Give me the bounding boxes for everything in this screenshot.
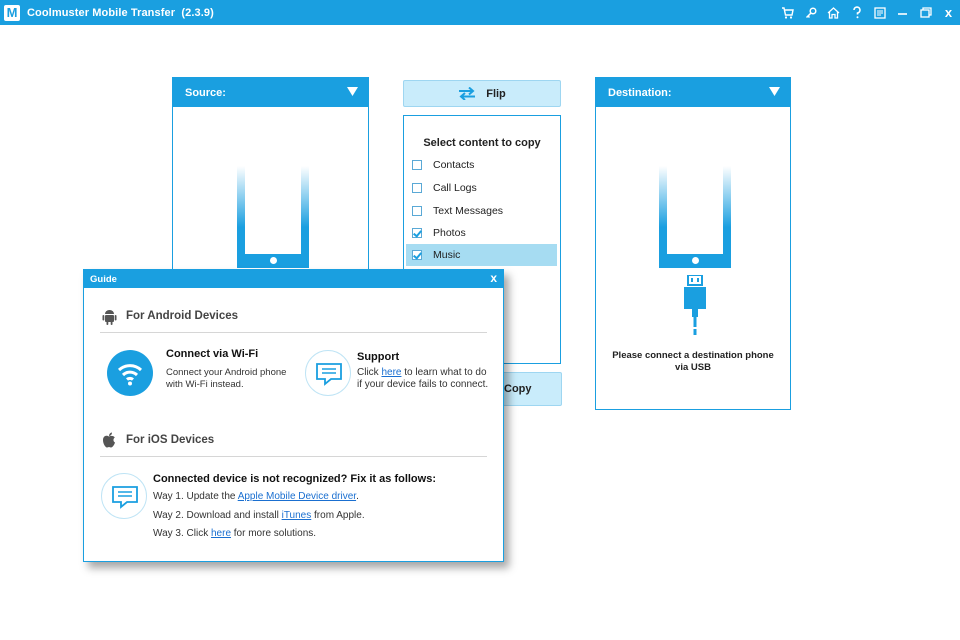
- app-logo: M: [4, 4, 20, 21]
- destination-header[interactable]: Destination:: [596, 78, 790, 107]
- cart-icon[interactable]: [776, 0, 799, 25]
- content-item-photos[interactable]: Photos: [406, 222, 557, 244]
- checkbox-checked[interactable]: [412, 228, 422, 238]
- divider: [100, 456, 487, 457]
- content-item-label: Text Messages: [433, 205, 504, 217]
- wifi-description: Connect your Android phone with Wi-Fi in…: [166, 367, 287, 390]
- ios-chat-icon: [101, 473, 147, 519]
- home-icon[interactable]: [822, 0, 845, 25]
- ios-way-2: Way 2. Download and install iTunes from …: [153, 510, 365, 521]
- support-chat-icon[interactable]: [305, 350, 351, 396]
- content-item-label: Contacts: [433, 159, 475, 171]
- source-label: Source:: [185, 86, 226, 99]
- destination-panel: Destination: Please connect a destinatio…: [595, 77, 791, 410]
- destination-label: Destination:: [608, 86, 672, 99]
- content-item-label: Music: [433, 249, 461, 261]
- ios-way-3: Way 3. Click here for more solutions.: [153, 528, 317, 539]
- app-title: Coolmuster Mobile Transfer (2.3.9): [27, 6, 214, 19]
- checkbox[interactable]: [412, 160, 422, 170]
- chevron-down-icon[interactable]: [769, 87, 780, 96]
- content-item-label: Call Logs: [433, 182, 477, 194]
- guide-dialog: Guide x For Android Devices Connect via …: [83, 269, 504, 562]
- title-bar: M Coolmuster Mobile Transfer (2.3.9) x: [0, 0, 960, 25]
- guide-close-button[interactable]: x: [490, 271, 497, 285]
- restore-icon[interactable]: [914, 0, 937, 25]
- phone-icon: [237, 166, 309, 268]
- divider: [100, 332, 487, 333]
- key-icon[interactable]: [799, 0, 822, 25]
- connect-destination-message: Please connect a destination phone via U…: [612, 350, 774, 373]
- itunes-link[interactable]: iTunes: [282, 510, 312, 521]
- content-title: Select content to copy: [423, 137, 541, 149]
- guide-header: Guide x: [84, 270, 503, 288]
- close-icon[interactable]: x: [937, 0, 960, 25]
- content-item-text-messages[interactable]: Text Messages: [406, 200, 557, 222]
- ios-fix-title: Connected device is not recognized? Fix …: [153, 473, 436, 485]
- copy-label: Copy: [504, 383, 532, 395]
- support-title: Support: [357, 351, 400, 363]
- minimize-icon[interactable]: [891, 0, 914, 25]
- content-item-call-logs[interactable]: Call Logs: [406, 177, 557, 199]
- support-description: Click here to learn what to do if your d…: [357, 367, 489, 390]
- swap-icon: [459, 87, 476, 100]
- source-header[interactable]: Source:: [173, 78, 368, 107]
- checkbox[interactable]: [412, 183, 422, 193]
- ios-section-title: For iOS Devices: [126, 434, 215, 446]
- android-icon: [102, 310, 117, 325]
- flip-button[interactable]: Flip: [403, 80, 561, 107]
- ios-way-1: Way 1. Update the Apple Mobile Device dr…: [153, 491, 359, 502]
- feedback-icon[interactable]: [868, 0, 891, 25]
- apple-driver-link[interactable]: Apple Mobile Device driver: [238, 491, 356, 502]
- help-icon[interactable]: [845, 0, 868, 25]
- more-solutions-link[interactable]: here: [211, 528, 231, 539]
- guide-title: Guide: [90, 273, 117, 285]
- android-section-title: For Android Devices: [126, 310, 239, 322]
- wifi-icon[interactable]: [107, 350, 153, 396]
- checkbox[interactable]: [412, 206, 422, 216]
- content-item-label: Photos: [433, 227, 466, 239]
- usb-cable-icon: [684, 275, 706, 335]
- support-here-link[interactable]: here: [381, 367, 401, 378]
- wifi-title[interactable]: Connect via Wi-Fi: [166, 348, 258, 360]
- checkbox-checked[interactable]: [412, 250, 422, 260]
- flip-label: Flip: [486, 87, 506, 100]
- content-item-contacts[interactable]: Contacts: [406, 154, 557, 176]
- phone-icon: [659, 166, 731, 268]
- apple-icon: [103, 432, 115, 448]
- chevron-down-icon[interactable]: [347, 87, 358, 96]
- content-item-music[interactable]: Music: [406, 244, 557, 266]
